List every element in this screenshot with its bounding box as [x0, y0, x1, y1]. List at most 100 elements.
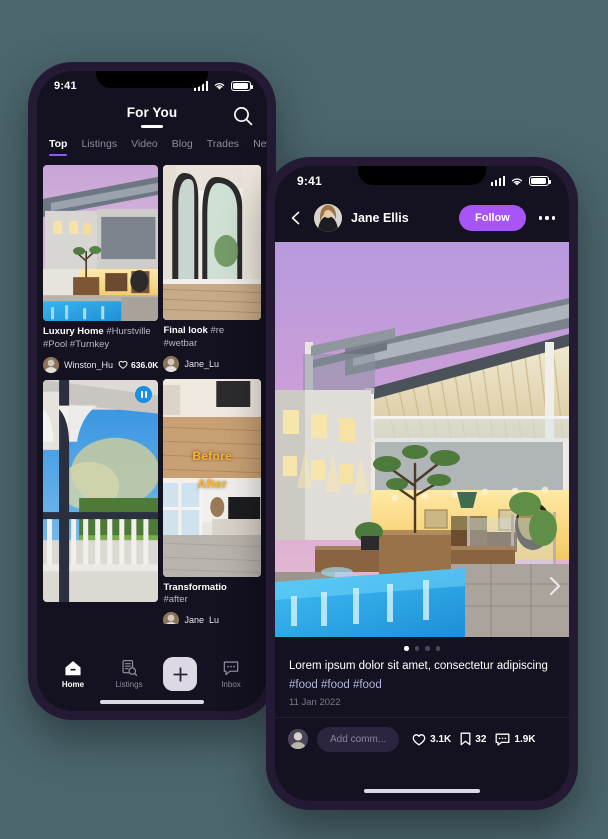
current-user-avatar-image	[288, 729, 308, 750]
title-underline	[141, 125, 163, 128]
feed-grid[interactable]: Luxury Home #Hurstville #Pool #Turnkey W…	[37, 156, 267, 624]
author-name[interactable]: Jane Ellis	[351, 211, 409, 225]
battery-icon	[529, 176, 551, 186]
card-title-tag: #re	[210, 325, 225, 336]
tab-blog[interactable]: Blog	[172, 138, 193, 157]
pagination-dot-active[interactable]	[404, 646, 409, 651]
tab-trades[interactable]: Trades	[207, 138, 239, 157]
bookmark-icon	[460, 732, 471, 746]
card-title-tag: #Hurstville	[106, 326, 151, 337]
back-chevron-glyph	[291, 211, 300, 225]
card-tags: #wetbar	[163, 337, 198, 349]
like-button[interactable]: 3.1K	[412, 733, 451, 746]
home-indicator	[364, 788, 480, 793]
battery-icon	[231, 81, 253, 91]
search-glyph	[234, 107, 253, 126]
tab-label: Listings	[81, 137, 118, 150]
tab-listings[interactable]: Listings	[81, 138, 117, 157]
status-time: 9:41	[54, 80, 77, 92]
feed-tabs[interactable]: Top Listings Video Blog Trades Ne	[37, 128, 267, 157]
card-username[interactable]: Winston_Hu	[64, 360, 113, 370]
listings-search-icon	[122, 659, 138, 677]
card-final-look[interactable]: Final look #re #wetbar Jane_Lu	[163, 165, 261, 372]
nav-item-listings[interactable]: Listings	[107, 659, 151, 689]
tab-top[interactable]: Top	[49, 138, 68, 156]
save-button[interactable]: 32	[460, 732, 486, 746]
card-thumbnail[interactable]	[163, 165, 261, 320]
tab-news[interactable]: News	[253, 138, 267, 157]
avatar[interactable]	[43, 356, 59, 373]
card-tags: #after	[163, 594, 188, 606]
pagination-dot[interactable]	[425, 646, 430, 651]
signal-bars-icon	[490, 176, 505, 186]
tab-label: News	[253, 137, 267, 150]
post-hero-image[interactable]	[275, 242, 569, 637]
card-luxury-home[interactable]: Luxury Home #Hurstville #Pool #Turnkey W…	[43, 165, 159, 373]
poolhouse-thumb-image	[43, 165, 159, 321]
card-thumbnail[interactable]	[43, 165, 159, 321]
page-title: For You	[126, 105, 178, 120]
tab-label: Blog	[171, 137, 193, 150]
back-chevron-icon[interactable]	[287, 209, 305, 227]
home-icon	[65, 661, 81, 676]
pagination-dot[interactable]	[435, 646, 440, 651]
more-options-icon[interactable]	[535, 212, 555, 223]
feed-column-right: Final look #re #wetbar Jane_Lu Before Af…	[163, 165, 261, 624]
tab-label: Trades	[206, 137, 240, 150]
nav-item-home[interactable]: Home	[51, 659, 95, 689]
nav-label: Home	[61, 680, 85, 689]
card-title: Final look #re	[163, 325, 261, 338]
card-title-text: Luxury Home	[43, 326, 104, 337]
add-comment-input[interactable]: Add comm...	[317, 726, 400, 752]
phone-post-device: 9:41 Jane Ellis Follow Lorem ipsum dolor…	[266, 157, 578, 810]
card-transformation[interactable]: Before After Transformatio #after Jane_L…	[163, 378, 261, 624]
card-title: Luxury Home #Hurstville	[43, 326, 158, 339]
like-count: 3.1K	[430, 733, 452, 745]
current-user-avatar[interactable]	[288, 729, 308, 750]
verandah-thumb-image	[43, 379, 159, 602]
pagination-dot[interactable]	[414, 646, 419, 651]
avatar-image	[163, 355, 180, 372]
like-count: 636.0K	[118, 360, 158, 370]
card-username[interactable]: Jane_Lu	[184, 615, 219, 624]
pause-icon[interactable]	[135, 385, 153, 403]
follow-button[interactable]: Follow	[459, 205, 526, 231]
feed-header: For You	[37, 101, 267, 128]
avatar[interactable]	[163, 355, 180, 372]
post-actions-bar: Add comm... 3.1K 32 1.9K	[275, 716, 569, 752]
card-title: Transformatio	[163, 582, 261, 595]
interior-hallway-thumb-image	[163, 165, 261, 320]
chat-bubble-icon	[495, 733, 510, 746]
after-label: After	[197, 476, 227, 491]
tab-video[interactable]: Video	[131, 138, 158, 157]
card-verandah[interactable]	[43, 379, 159, 602]
author-avatar[interactable]	[314, 204, 342, 232]
card-thumbnail[interactable]	[43, 379, 159, 602]
card-thumbnail[interactable]: Before After	[163, 378, 261, 577]
avatar[interactable]	[163, 612, 180, 624]
heart-icon	[412, 733, 426, 746]
comment-count: 1.9K	[514, 733, 536, 745]
status-bar: 9:41	[275, 166, 569, 196]
create-post-button[interactable]	[163, 657, 197, 691]
home-indicator	[100, 700, 204, 704]
card-username[interactable]: Jane_Lu	[184, 359, 219, 369]
status-indicators	[490, 176, 551, 187]
wifi-icon	[511, 177, 523, 185]
wifi-icon	[214, 83, 225, 90]
gallery-pagination[interactable]	[275, 637, 569, 658]
search-icon[interactable]	[230, 103, 256, 129]
post-hashtags[interactable]: #food #food #food	[275, 674, 569, 691]
comment-button[interactable]: 1.9K	[495, 733, 536, 746]
status-bar: 9:41	[37, 71, 267, 101]
plus-icon	[172, 666, 188, 682]
nav-item-inbox[interactable]: Inbox	[209, 659, 253, 689]
phone-feed-screen: 9:41 For You Top Listings Video Blog Tra…	[37, 71, 267, 711]
post-header: Jane Ellis Follow	[275, 196, 569, 242]
save-count: 32	[475, 733, 487, 745]
card-meta: Jane_Lu	[163, 355, 261, 372]
poolhouse-hero-image	[275, 242, 569, 637]
post-caption: Lorem ipsum dolor sit amet, consectetur …	[289, 659, 548, 672]
notch	[96, 71, 208, 88]
feed-column-left: Luxury Home #Hurstville #Pool #Turnkey W…	[43, 165, 159, 624]
